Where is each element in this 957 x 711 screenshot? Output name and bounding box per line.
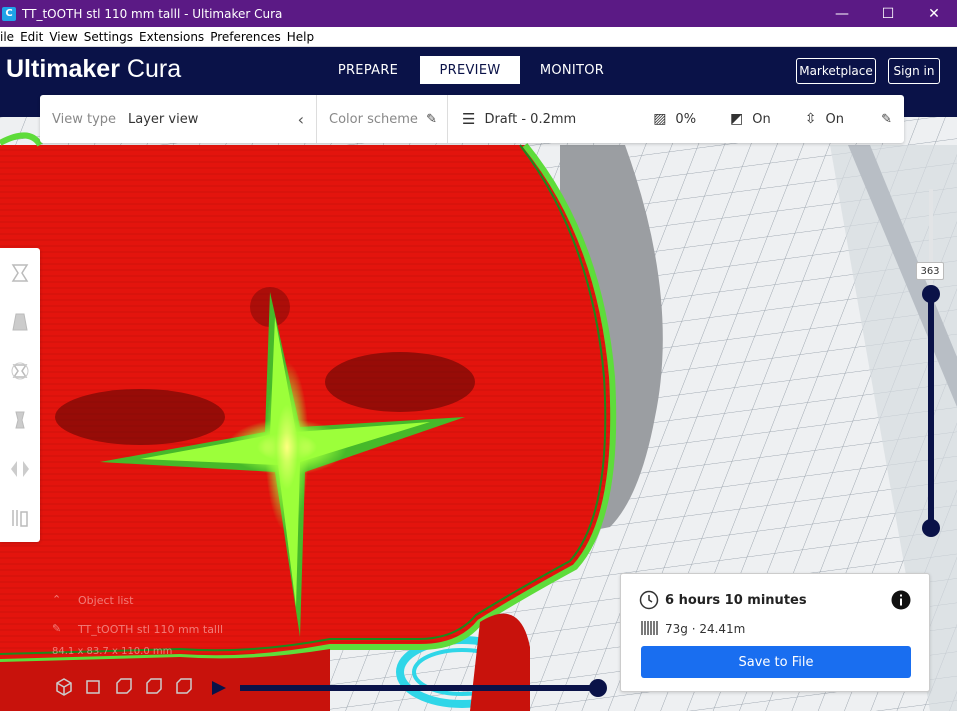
profile-icon: ☰	[462, 110, 476, 128]
minimize-button[interactable]: —	[819, 0, 865, 27]
material-usage: 73g · 24.41m	[665, 622, 746, 636]
print-info-panel: 6 hours 10 minutes 73g · 24.41m Save to …	[620, 573, 930, 692]
menu-file[interactable]: ile	[0, 30, 17, 44]
infill-value: 0%	[675, 111, 697, 127]
cura-app-icon: C	[2, 6, 16, 21]
support-icon: ◩	[730, 111, 744, 127]
object-dimensions: 84.1 x 83.7 x 110.0 mm	[52, 646, 173, 657]
current-layer-badge[interactable]: 363	[916, 262, 944, 280]
spool-icon	[641, 621, 658, 635]
layer-slider-top-handle	[922, 285, 940, 303]
infill-icon: ▨	[653, 111, 667, 127]
object-list-title: Object list	[78, 594, 134, 607]
menu-settings[interactable]: Settings	[81, 30, 136, 44]
print-time: 6 hours 10 minutes	[665, 593, 807, 608]
object-name: TT_tOOTH stl 110 mm talll	[78, 623, 224, 636]
path-slider-handle	[589, 679, 607, 697]
brand-ultimaker: Ultimaker	[6, 55, 120, 83]
layer-slider-bottom-handle	[922, 519, 940, 537]
path-slider-track	[240, 685, 598, 691]
pencil-icon: ✎	[52, 622, 62, 635]
profile-name: Draft - 0.2mm	[484, 111, 577, 127]
move-tool-icon[interactable]	[0, 248, 40, 297]
maximize-button[interactable]: ☐	[865, 0, 911, 27]
brand-cura: Cura	[126, 55, 182, 83]
print-settings-button[interactable]: ☰ Draft - 0.2mm ▨ 0% ◩ On ⇳ On ✎	[448, 95, 904, 143]
pencil-icon: ✎	[881, 111, 892, 127]
color-scheme-label: Color scheme	[329, 111, 418, 127]
color-scheme-button[interactable]: Color scheme ✎	[317, 95, 448, 143]
menu-bar: ile Edit View Settings Extensions Prefer…	[0, 27, 957, 47]
clock-icon	[639, 590, 659, 610]
window-title: TT_tOOTH stl 110 mm talll - Ultimaker Cu…	[22, 6, 283, 21]
info-icon[interactable]	[891, 590, 911, 610]
rotate-tool-icon[interactable]	[0, 346, 40, 395]
title-bar: C TT_tOOTH stl 110 mm talll - Ultimaker …	[0, 0, 957, 27]
close-button[interactable]: ✕	[911, 0, 957, 27]
stage-tabs: PREPARE PREVIEW MONITOR	[318, 56, 624, 84]
tab-preview[interactable]: PREVIEW	[420, 56, 520, 84]
brand-logo: Ultimaker Cura	[6, 55, 181, 84]
pencil-icon: ✎	[426, 111, 437, 127]
chevron-up-icon: ⌃	[52, 593, 62, 606]
tool-panel	[0, 248, 40, 542]
menu-edit[interactable]: Edit	[17, 30, 46, 44]
view-options-bar: View type Layer view ‹ Color scheme ✎ ☰ …	[40, 95, 904, 143]
view-type-label: View type	[52, 111, 117, 127]
tab-prepare[interactable]: PREPARE	[318, 56, 418, 84]
menu-view[interactable]: View	[46, 30, 80, 44]
support-blocker-icon[interactable]	[0, 493, 40, 542]
mirror-tool-icon[interactable]	[0, 395, 40, 444]
view-type-selector[interactable]: View type Layer view ‹	[40, 95, 317, 143]
view-type-value: Layer view	[128, 111, 199, 127]
support-value: On	[752, 111, 771, 127]
menu-extensions[interactable]: Extensions	[136, 30, 207, 44]
tab-monitor[interactable]: MONITOR	[522, 56, 622, 84]
save-to-file-button[interactable]: Save to File	[641, 646, 911, 678]
layer-slider-range	[928, 293, 934, 529]
scale-tool-icon[interactable]	[0, 297, 40, 346]
adhesion-icon: ⇳	[804, 111, 817, 127]
per-model-settings-icon[interactable]	[0, 444, 40, 493]
chevron-left-icon: ‹	[297, 109, 304, 129]
menu-preferences[interactable]: Preferences	[207, 30, 284, 44]
menu-help[interactable]: Help	[284, 30, 317, 44]
adhesion-value: On	[825, 111, 844, 127]
marketplace-button[interactable]: Marketplace	[796, 58, 876, 84]
sign-in-button[interactable]: Sign in	[888, 58, 940, 84]
